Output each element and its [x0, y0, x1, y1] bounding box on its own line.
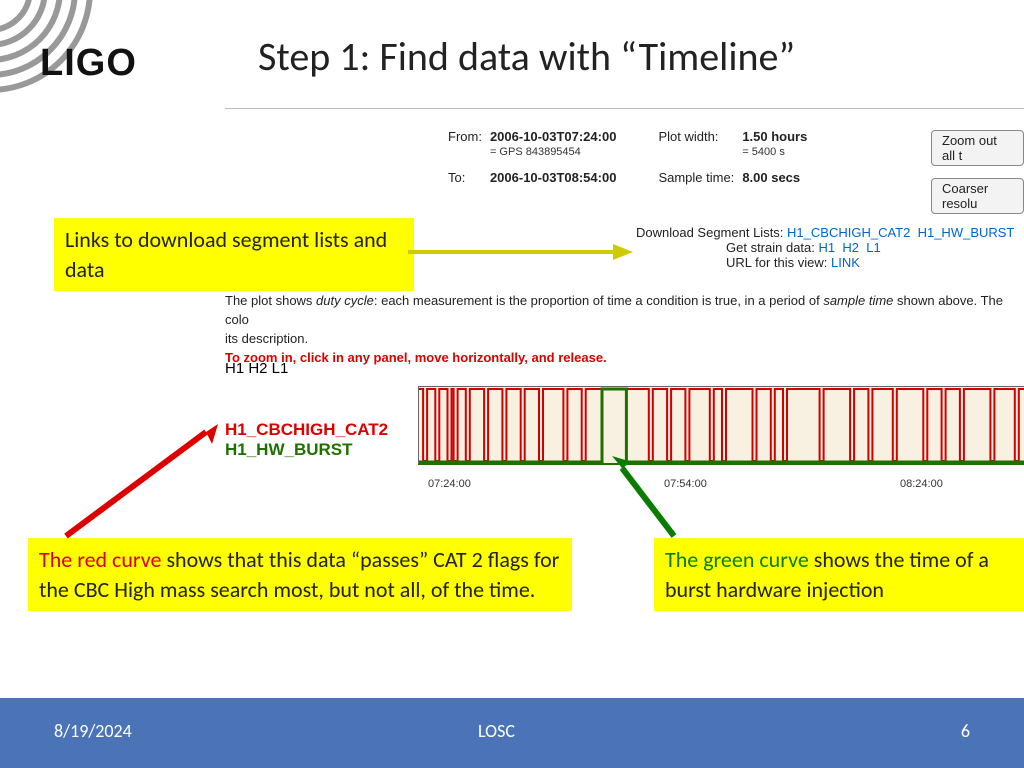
footer-source: LOSC [478, 720, 515, 742]
plotwidth-value: 1.50 hours [742, 128, 815, 145]
timeline-chart[interactable] [418, 386, 1024, 465]
to-label: To: [448, 169, 490, 186]
plotwidth-label: Plot width: [658, 128, 742, 145]
plotwidth-sub: = 5400 s [742, 145, 815, 159]
seg-label: Download Segment Lists: [636, 225, 783, 240]
caption-text: The plot shows duty cycle: each measurem… [225, 292, 1024, 367]
arrow-red-icon [56, 418, 226, 546]
callout-downloads: Links to download segment lists and data [54, 218, 414, 291]
url-label: URL for this view: [726, 255, 827, 270]
download-block: Download Segment Lists: H1_CBCHIGH_CAT2 … [636, 225, 1024, 270]
legend-red: H1_CBCHIGH_CAT2 [225, 420, 388, 440]
from-sub: = GPS 843895454 [490, 145, 624, 159]
footer-date: 8/19/2024 [54, 720, 132, 742]
strain-link-h2[interactable]: H2 [842, 240, 859, 255]
from-label: From: [448, 128, 490, 145]
chart-legend: H1_CBCHIGH_CAT2 H1_HW_BURST [225, 420, 388, 460]
footer: 8/19/2024 LOSC 6 [0, 698, 1024, 768]
zoom-out-button[interactable]: Zoom out all t [931, 130, 1024, 166]
arrow-right-icon [408, 240, 638, 264]
strain-link-l1[interactable]: L1 [866, 240, 880, 255]
footer-page: 6 [961, 720, 970, 742]
to-value: 2006-10-03T08:54:00 [490, 169, 624, 186]
strain-label: Get strain data: [726, 240, 815, 255]
page-title: Step 1: Find data with “Timeline” [258, 32, 795, 81]
url-link[interactable]: LINK [831, 255, 860, 270]
sample-value: 8.00 secs [742, 169, 815, 186]
callout-red-curve: The red curve shows that this data “pass… [28, 538, 572, 611]
divider [225, 108, 1024, 109]
meta-block: From: 2006-10-03T07:24:00 Plot width: 1.… [448, 128, 815, 186]
legend-green: H1_HW_BURST [225, 440, 388, 460]
xtick-0: 07:24:00 [428, 478, 471, 490]
logo-text: LIGO [40, 42, 137, 85]
seg-link-2[interactable]: H1_HW_BURST [918, 225, 1015, 240]
y-axis-label: H1 H2 L1 [225, 360, 288, 377]
coarser-button[interactable]: Coarser resolu [931, 178, 1024, 214]
callout-green-curve: The green curve shows the time of a burs… [654, 538, 1024, 611]
from-value: 2006-10-03T07:24:00 [490, 128, 624, 145]
strain-link-h1[interactable]: H1 [819, 240, 836, 255]
sample-label: Sample time: [658, 169, 742, 186]
arrow-green-icon [604, 454, 704, 544]
seg-link-1[interactable]: H1_CBCHIGH_CAT2 [787, 225, 910, 240]
xtick-2: 08:24:00 [900, 478, 943, 490]
